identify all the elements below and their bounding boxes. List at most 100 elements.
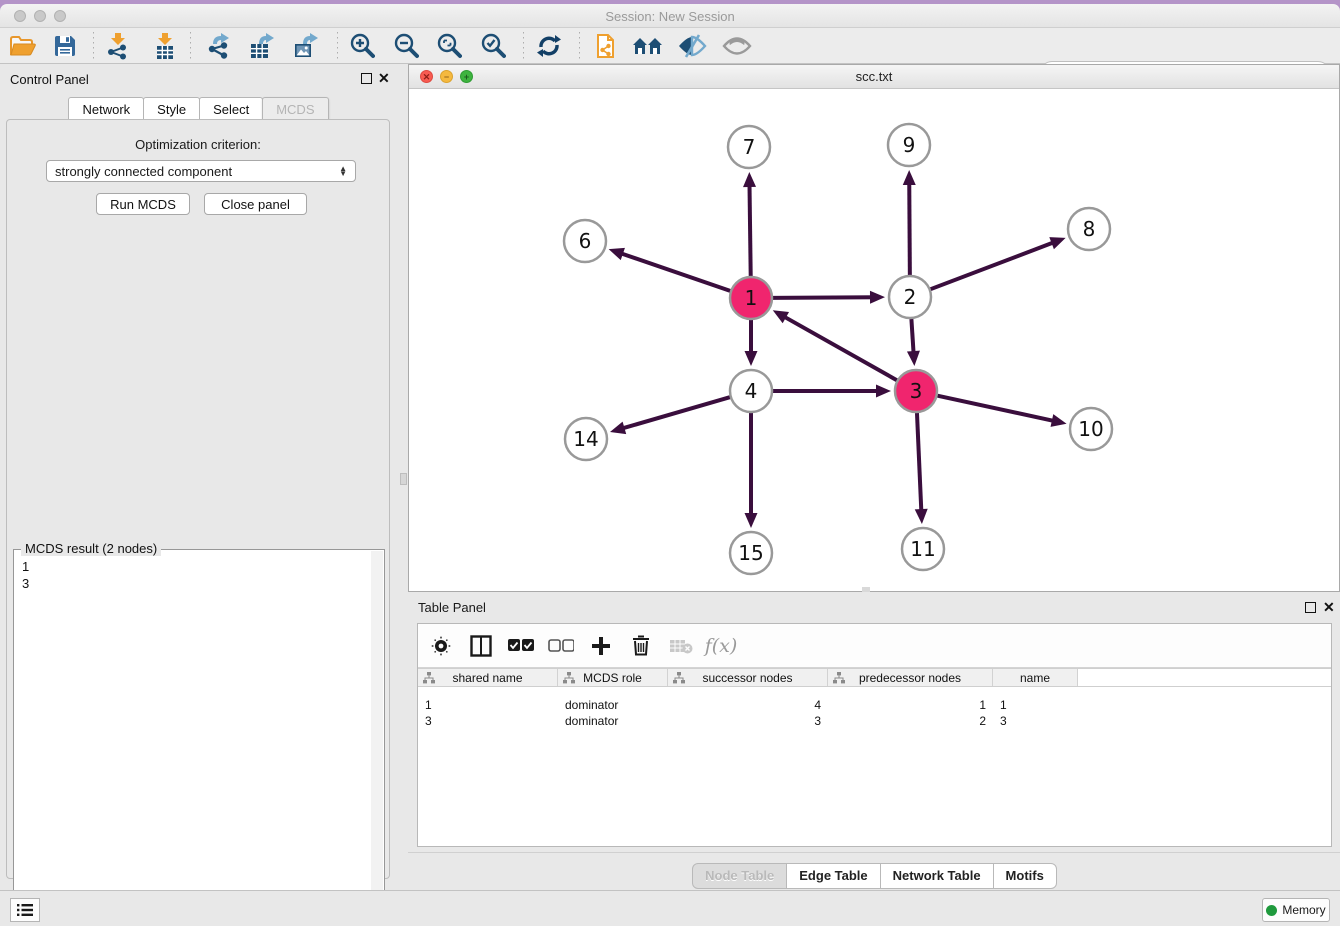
tab-edge-table[interactable]: Edge Table [786, 863, 880, 889]
unselect-all-columns-icon[interactable] [548, 633, 574, 659]
node-label-6: 6 [579, 229, 592, 253]
window-title: Session: New Session [0, 9, 1340, 24]
toggle-graphics-details-icon[interactable] [675, 31, 709, 61]
table-panel: Table Panel ✕ [408, 595, 1340, 890]
export-image-icon[interactable] [289, 31, 323, 61]
arrowhead-4-3 [876, 385, 891, 398]
cell-MCDS-role[interactable]: dominator [558, 698, 668, 714]
optimization-criterion-label: Optimization criterion: [7, 137, 389, 152]
node-label-14: 14 [573, 427, 598, 451]
edge-1-6[interactable] [618, 252, 730, 290]
control-panel: Control Panel ✕ NetworkStyleSelectMCDS O… [0, 64, 396, 890]
table-toolbar: f(x) [418, 624, 1331, 668]
zoom-in-icon[interactable] [345, 31, 379, 61]
cell-name[interactable]: 3 [993, 714, 1078, 730]
run-mcds-button[interactable]: Run MCDS [96, 193, 190, 215]
node-label-2: 2 [904, 285, 917, 309]
network-graph-canvas[interactable]: 7968124314101511 [409, 89, 1339, 591]
node-label-10: 10 [1078, 417, 1103, 441]
cell-name[interactable]: 1 [993, 698, 1078, 714]
column-header-name[interactable]: name [993, 669, 1078, 686]
float-table-panel-icon[interactable] [1305, 602, 1316, 613]
network-window-titlebar[interactable]: ✕ − + scc.txt [409, 65, 1339, 89]
cell-successor-nodes[interactable]: 3 [668, 714, 828, 730]
home-layout-icon[interactable] [631, 31, 665, 61]
tab-motifs[interactable]: Motifs [993, 863, 1057, 889]
edge-2-3[interactable] [911, 319, 913, 356]
export-network-icon[interactable] [201, 31, 235, 61]
edge-2-9[interactable] [909, 180, 910, 275]
table-row[interactable]: 3dominator323 [418, 714, 1331, 730]
edge-3-11[interactable] [917, 413, 921, 514]
node-label-9: 9 [903, 133, 916, 157]
table-panel-title: Table Panel [418, 600, 486, 615]
zoom-fit-icon[interactable] [432, 31, 466, 61]
tab-network-table[interactable]: Network Table [880, 863, 994, 889]
split-divider-handle[interactable] [862, 587, 870, 592]
select-all-columns-icon[interactable] [508, 633, 534, 659]
toolbar-separator [579, 32, 580, 60]
column-header-successor-nodes[interactable]: successor nodes [668, 669, 828, 686]
edge-1-7[interactable] [749, 182, 750, 276]
column-header-shared-name[interactable]: shared name [418, 669, 558, 686]
import-network-icon[interactable] [101, 31, 135, 61]
cell-MCDS-role[interactable]: dominator [558, 714, 668, 730]
result-scrollbar[interactable] [371, 551, 383, 926]
zoom-selected-icon[interactable] [476, 31, 510, 61]
arrowhead-2-8 [1049, 232, 1068, 249]
save-session-icon[interactable] [48, 31, 82, 61]
show-overview-icon[interactable] [720, 31, 754, 61]
cell-shared-name[interactable]: 1 [418, 698, 558, 714]
open-file-icon[interactable] [6, 31, 40, 61]
refresh-icon[interactable] [532, 31, 566, 61]
task-history-button[interactable] [10, 898, 40, 922]
mcds-result-lines: 1 3 [22, 558, 29, 592]
network-view-window: ✕ − + scc.txt 7968124314101511 [408, 64, 1340, 592]
create-column-icon[interactable] [588, 633, 614, 659]
import-table-icon[interactable] [148, 31, 182, 61]
show-columns-icon[interactable] [468, 633, 494, 659]
cell-successor-nodes[interactable]: 4 [668, 698, 828, 714]
memory-button[interactable]: Memory [1262, 898, 1330, 922]
node-label-11: 11 [910, 537, 935, 561]
node-label-7: 7 [743, 135, 756, 159]
toolbar-separator [190, 32, 191, 60]
toolbar-separator [93, 32, 94, 60]
column-header-MCDS-role[interactable]: MCDS role [558, 669, 668, 686]
mcds-result-title: MCDS result (2 nodes) [21, 541, 161, 556]
memory-status-icon [1266, 905, 1277, 916]
edge-2-8[interactable] [931, 241, 1057, 289]
column-header-predecessor-nodes[interactable]: predecessor nodes [828, 669, 993, 686]
status-bar: Memory [0, 890, 1340, 926]
tab-node-table[interactable]: Node Table [692, 863, 787, 889]
table-header-row[interactable]: shared nameMCDS rolesuccessor nodesprede… [418, 668, 1331, 687]
toolbar-separator [523, 32, 524, 60]
cell-predecessor-nodes[interactable]: 2 [828, 714, 993, 730]
arrowhead-3-10 [1051, 414, 1068, 430]
mcds-result-box: 1 3 [13, 549, 385, 926]
optimization-criterion-select[interactable]: strongly connected component ▲▼ [46, 160, 356, 182]
edge-3-10[interactable] [937, 396, 1056, 422]
edge-4-14[interactable] [620, 397, 730, 429]
window-titlebar: Session: New Session [0, 4, 1340, 28]
arrowhead-1-2 [870, 291, 885, 304]
function-builder-icon: f(x) [708, 633, 734, 659]
float-panel-icon[interactable] [361, 73, 372, 84]
cell-predecessor-nodes[interactable]: 1 [828, 698, 993, 714]
arrowhead-3-1 [770, 305, 789, 324]
edge-1-2[interactable] [773, 297, 875, 298]
table-settings-gear-icon[interactable] [428, 633, 454, 659]
edge-3-1[interactable] [781, 315, 896, 380]
table-type-tabs: Node TableEdge TableNetwork TableMotifs [408, 863, 1340, 889]
table-row[interactable]: 1dominator411 [418, 698, 1331, 714]
close-panel-icon[interactable]: ✕ [378, 73, 390, 84]
new-network-from-selection-icon[interactable] [588, 31, 622, 61]
cell-shared-name[interactable]: 3 [418, 714, 558, 730]
export-table-icon[interactable] [245, 31, 279, 61]
delete-column-trash-icon[interactable] [628, 633, 654, 659]
zoom-out-icon[interactable] [389, 31, 423, 61]
close-panel-button[interactable]: Close panel [204, 193, 307, 215]
arrowhead-1-4 [745, 351, 758, 366]
close-table-panel-icon[interactable]: ✕ [1323, 602, 1335, 613]
split-divider-handle[interactable] [400, 473, 407, 485]
